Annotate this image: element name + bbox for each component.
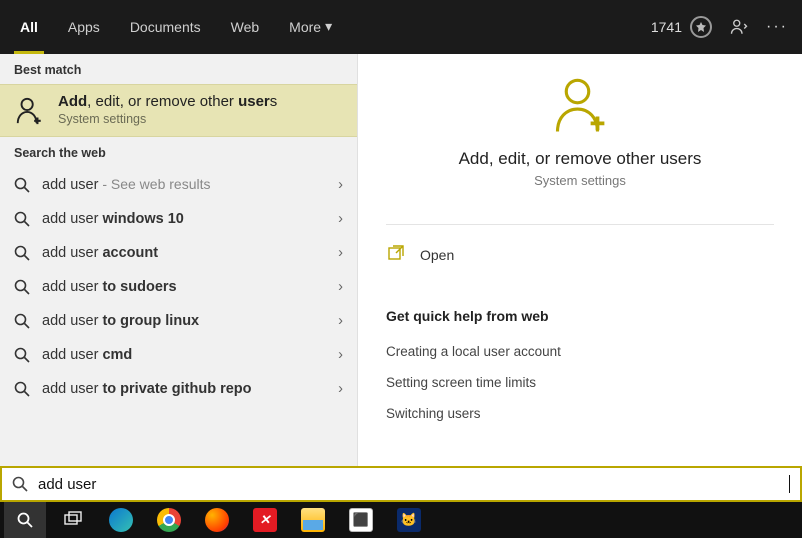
taskbar-app-file-explorer[interactable] bbox=[292, 502, 334, 538]
web-result-row[interactable]: add user to group linux › bbox=[0, 304, 357, 338]
tab-documents[interactable]: Documents bbox=[124, 0, 207, 54]
text-cursor bbox=[789, 475, 790, 493]
web-result-text: add user - See web results bbox=[42, 176, 326, 193]
taskbar-app-chrome[interactable] bbox=[148, 502, 190, 538]
tab-all[interactable]: All bbox=[14, 0, 44, 54]
chevron-right-icon: › bbox=[338, 279, 343, 295]
web-result-row[interactable]: add user cmd › bbox=[0, 338, 357, 372]
web-result-text: add user windows 10 bbox=[42, 211, 326, 227]
web-result-row[interactable]: add user to private github repo › bbox=[0, 372, 357, 406]
rewards-badge-icon bbox=[690, 16, 712, 38]
tab-label: Apps bbox=[68, 19, 100, 35]
scope-tabs: All Apps Documents Web More ▾ bbox=[14, 0, 338, 54]
best-match-subtitle: System settings bbox=[58, 112, 277, 126]
search-input[interactable] bbox=[38, 476, 789, 493]
search-web-header: Search the web bbox=[0, 137, 357, 167]
chevron-right-icon: › bbox=[338, 211, 343, 227]
search-icon bbox=[14, 279, 30, 295]
web-results-list: add user - See web results›add user wind… bbox=[0, 167, 357, 406]
search-icon bbox=[14, 245, 30, 261]
chevron-right-icon: › bbox=[338, 245, 343, 261]
tab-label: Documents bbox=[130, 19, 201, 35]
taskbar-app-edge[interactable] bbox=[100, 502, 142, 538]
web-result-row[interactable]: add user account › bbox=[0, 236, 357, 270]
web-result-text: add user account bbox=[42, 245, 326, 261]
tab-more[interactable]: More ▾ bbox=[283, 0, 338, 54]
user-plus-icon bbox=[14, 95, 44, 125]
search-bar[interactable] bbox=[0, 466, 802, 502]
search-icon bbox=[14, 347, 30, 363]
search-icon bbox=[12, 476, 28, 492]
preview-subtitle: System settings bbox=[386, 173, 774, 188]
preview-title: Add, edit, or remove other users bbox=[386, 149, 774, 169]
result-preview-pane: Add, edit, or remove other users System … bbox=[358, 54, 802, 466]
preview-header: Add, edit, or remove other users System … bbox=[386, 74, 774, 206]
best-match-header: Best match bbox=[0, 54, 357, 84]
chevron-down-icon: ▾ bbox=[325, 18, 332, 35]
best-match-title: Add, edit, or remove other users bbox=[58, 93, 277, 110]
results-left-pane: Best match Add, edit, or remove other us… bbox=[0, 54, 358, 466]
search-scope-tabstrip: All Apps Documents Web More ▾ 1741 ··· bbox=[0, 0, 802, 54]
search-icon bbox=[14, 177, 30, 193]
open-app-icon bbox=[388, 245, 404, 264]
topbar-right: 1741 ··· bbox=[651, 16, 788, 38]
options-ellipsis-icon[interactable]: ··· bbox=[766, 18, 788, 36]
taskbar: ✕ ⬛ 🐱 bbox=[0, 502, 802, 538]
open-action[interactable]: Open bbox=[386, 225, 774, 264]
quick-help-link[interactable]: Setting screen time limits bbox=[386, 367, 774, 398]
chevron-right-icon: › bbox=[338, 381, 343, 397]
taskbar-app-expressvpn[interactable]: ✕ bbox=[244, 502, 286, 538]
quick-help-link[interactable]: Switching users bbox=[386, 398, 774, 429]
taskbar-app-irfanview[interactable]: 🐱 bbox=[388, 502, 430, 538]
taskbar-taskview-button[interactable] bbox=[52, 502, 94, 538]
web-result-row[interactable]: add user to sudoers › bbox=[0, 270, 357, 304]
chevron-right-icon: › bbox=[338, 313, 343, 329]
taskbar-app-ms-store[interactable]: ⬛ bbox=[340, 502, 382, 538]
open-label: Open bbox=[420, 247, 454, 263]
web-result-row[interactable]: add user windows 10 › bbox=[0, 202, 357, 236]
quick-help-link[interactable]: Creating a local user account bbox=[386, 336, 774, 367]
tab-label: More bbox=[289, 19, 321, 35]
rewards-points[interactable]: 1741 bbox=[651, 16, 712, 38]
search-icon bbox=[14, 211, 30, 227]
taskbar-search-button[interactable] bbox=[4, 502, 46, 538]
web-result-text: add user to private github repo bbox=[42, 381, 326, 397]
user-plus-large-icon bbox=[550, 74, 610, 134]
chevron-right-icon: › bbox=[338, 177, 343, 193]
tab-label: All bbox=[20, 19, 38, 35]
search-results-panel: Best match Add, edit, or remove other us… bbox=[0, 54, 802, 466]
search-icon bbox=[14, 381, 30, 397]
taskbar-app-firefox[interactable] bbox=[196, 502, 238, 538]
web-result-text: add user to sudoers bbox=[42, 279, 326, 295]
quick-help-header: Get quick help from web bbox=[386, 308, 774, 324]
chevron-right-icon: › bbox=[338, 347, 343, 363]
rewards-points-value: 1741 bbox=[651, 19, 682, 35]
search-icon bbox=[14, 313, 30, 329]
tab-web[interactable]: Web bbox=[225, 0, 266, 54]
account-icon[interactable] bbox=[730, 18, 748, 36]
web-result-text: add user cmd bbox=[42, 347, 326, 363]
tab-label: Web bbox=[231, 19, 260, 35]
tab-apps[interactable]: Apps bbox=[62, 0, 106, 54]
quick-help-links: Creating a local user accountSetting scr… bbox=[386, 336, 774, 429]
best-match-result[interactable]: Add, edit, or remove other users System … bbox=[0, 84, 357, 137]
web-result-row[interactable]: add user - See web results › bbox=[0, 167, 357, 202]
web-result-text: add user to group linux bbox=[42, 313, 326, 329]
